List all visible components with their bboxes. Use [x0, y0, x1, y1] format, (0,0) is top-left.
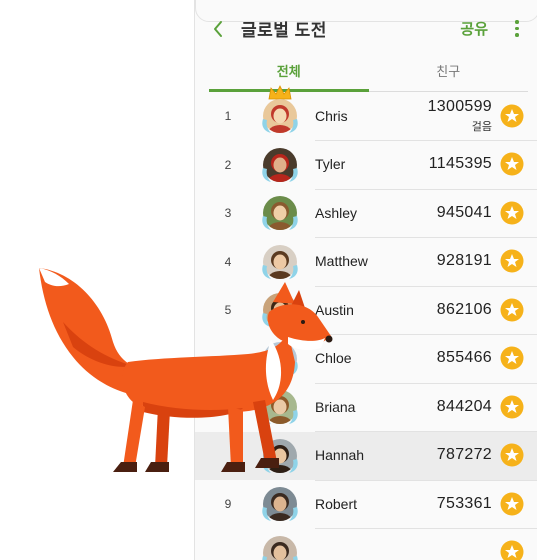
step-count: 753361	[436, 494, 492, 512]
step-count: 928191	[436, 252, 492, 270]
step-count: 1300599	[427, 97, 492, 115]
trophy-badge-icon	[500, 492, 524, 516]
more-options-button[interactable]	[504, 20, 530, 37]
app-header: 글로벌 도전 공유	[195, 0, 537, 57]
participant-name: Briana	[315, 398, 356, 415]
avatar	[261, 485, 299, 523]
step-count: 787272	[436, 446, 492, 464]
trophy-badge-icon	[500, 104, 524, 128]
leaderboard-row[interactable]: 2 Tyler 1145395	[195, 141, 537, 190]
laurel-icon	[262, 167, 298, 182]
avatar	[261, 534, 299, 560]
laurel-icon	[262, 119, 298, 134]
step-count: 855466	[436, 349, 492, 367]
laurel-icon	[262, 555, 298, 560]
participant-name: Tyler	[315, 156, 346, 173]
rank-number: 9	[224, 497, 232, 512]
trophy-badge-icon	[500, 298, 524, 322]
more-vertical-icon	[515, 20, 519, 24]
trophy-badge-icon	[500, 249, 524, 273]
participant-name: Robert	[315, 495, 358, 512]
avatar	[261, 146, 299, 184]
laurel-icon	[262, 507, 298, 522]
trophy-badge-icon	[500, 152, 524, 176]
tab-bar: 전체 친구	[209, 57, 528, 92]
rank-number: 1	[224, 109, 232, 124]
laurel-icon	[262, 216, 298, 231]
step-count: 1145395	[428, 155, 492, 173]
participant-name: Hannah	[315, 447, 365, 464]
step-unit: 걸음	[471, 120, 492, 133]
participant-name: Chloe	[315, 350, 352, 367]
chevron-left-icon	[214, 20, 222, 37]
step-count: 945041	[436, 203, 492, 221]
fox-illustration	[39, 268, 333, 472]
step-count: 844204	[436, 397, 492, 415]
back-button[interactable]	[195, 0, 241, 57]
avatar	[261, 194, 299, 232]
leaderboard-row[interactable]: 3 Ashley 945041	[195, 189, 537, 238]
participant-name: Matthew	[315, 253, 368, 270]
leaderboard-row[interactable]	[195, 529, 537, 560]
rank-number: 3	[224, 206, 232, 221]
participant-name: Austin	[315, 301, 354, 318]
trophy-badge-icon	[500, 201, 524, 225]
rank-number: 2	[224, 157, 232, 172]
trophy-badge-icon	[500, 443, 524, 467]
leaderboard-row[interactable]: 9 Robert 753361	[195, 480, 537, 529]
participant-name: Ashley	[315, 204, 358, 221]
participant-name: Chris	[315, 107, 348, 124]
trophy-badge-icon	[500, 540, 524, 560]
page-title: 글로벌 도전	[241, 21, 327, 40]
step-count: 862106	[436, 300, 492, 318]
leaderboard-row[interactable]: 1 Chris 1300599 걸음	[195, 85, 537, 141]
tab-friends[interactable]: 친구	[369, 57, 529, 91]
avatar	[261, 85, 299, 135]
share-button[interactable]: 공유	[460, 18, 488, 39]
trophy-badge-icon	[500, 346, 524, 370]
trophy-badge-icon	[500, 395, 524, 419]
